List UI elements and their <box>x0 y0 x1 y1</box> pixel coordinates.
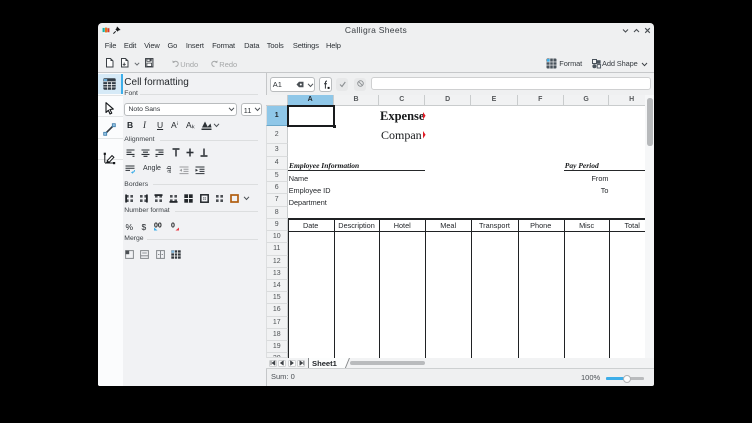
svg-text:0: 0 <box>171 222 175 229</box>
svg-text:ab: ab <box>166 165 173 173</box>
svg-text:00: 00 <box>154 222 162 229</box>
